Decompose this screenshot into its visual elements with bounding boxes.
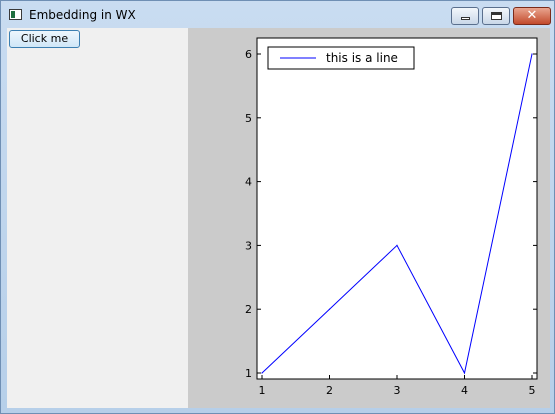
y-tick-label: 1 — [245, 367, 252, 380]
data-point — [328, 308, 331, 310]
client-area: Click me 1 2 3 4 5 1 2 3 4 5 6 this is a line — [7, 28, 550, 408]
close-button[interactable]: ✕ — [513, 7, 551, 25]
axes-frame — [256, 37, 538, 380]
x-tick-label: 4 — [461, 384, 468, 397]
x-tick-label: 3 — [394, 384, 401, 397]
maximize-icon — [491, 12, 502, 20]
x-tick-label: 1 — [259, 384, 266, 397]
x-tick-label: 2 — [326, 384, 333, 397]
line-chart: 1 2 3 4 5 1 2 3 4 5 6 this is a line — [245, 37, 538, 397]
y-tick-label: 5 — [245, 112, 252, 125]
minimize-button[interactable] — [451, 7, 479, 25]
y-tick-label: 4 — [245, 176, 252, 189]
click-me-button[interactable]: Click me — [9, 30, 80, 48]
plot-canvas[interactable]: 1 2 3 4 5 1 2 3 4 5 6 this is a line — [188, 28, 550, 408]
legend-label: this is a line — [326, 51, 398, 65]
window-title: Embedding in WX — [29, 8, 136, 22]
title-bar[interactable]: Embedding in WX ✕ — [1, 1, 554, 28]
app-icon — [9, 9, 22, 20]
maximize-button[interactable] — [482, 7, 510, 25]
minimize-icon — [461, 17, 470, 20]
data-point — [261, 372, 263, 374]
y-tick-label: 3 — [245, 239, 252, 252]
control-panel: Click me — [7, 28, 188, 408]
data-point — [531, 53, 533, 55]
x-tick-label: 5 — [529, 384, 536, 397]
y-tick-label: 6 — [245, 48, 252, 61]
close-icon: ✕ — [526, 8, 538, 23]
data-point — [396, 244, 398, 246]
y-tick-label: 2 — [245, 303, 252, 316]
data-point — [463, 372, 466, 374]
app-window: Embedding in WX ✕ Click me 1 2 3 4 5 1 2 3 4 5 6 th… — [0, 0, 555, 414]
